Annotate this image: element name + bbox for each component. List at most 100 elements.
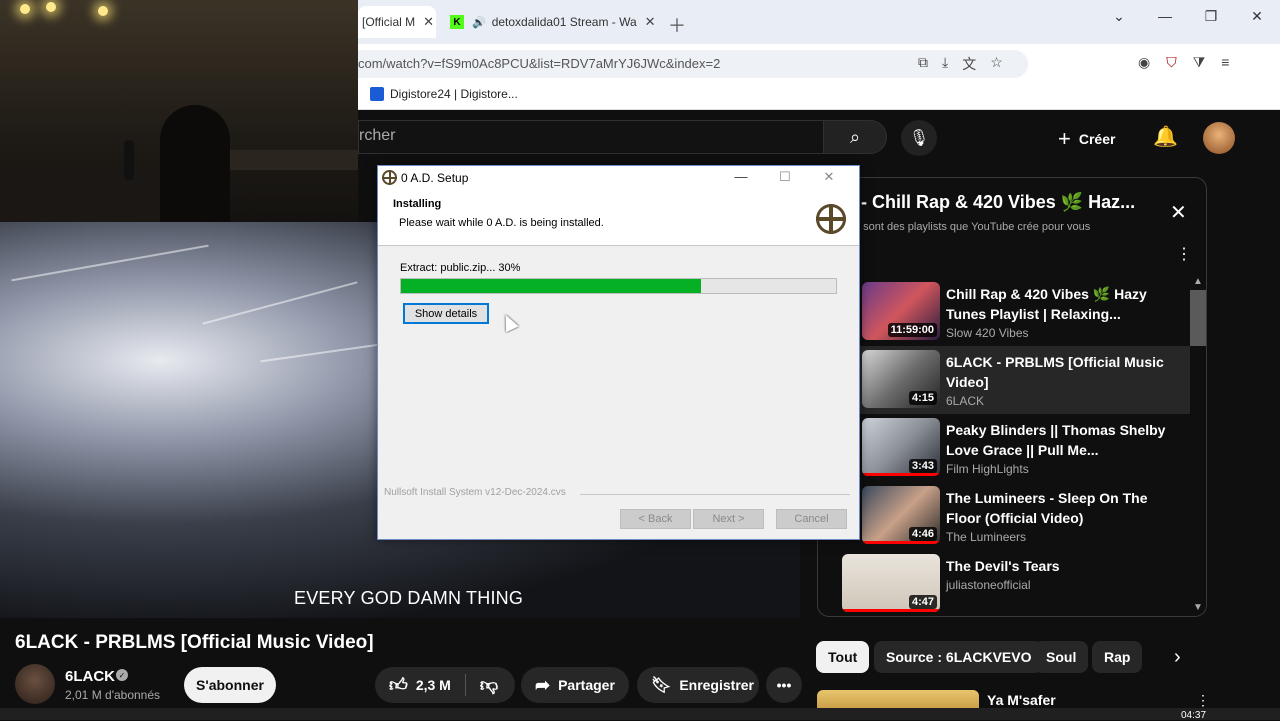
duration-badge: 4:15	[908, 391, 937, 405]
share-button[interactable]: ➦ Partager	[521, 667, 629, 703]
watch-progress	[862, 473, 940, 476]
star-icon[interactable]: ☆	[990, 54, 1003, 74]
list-item[interactable]: 4:47 The Devil's Tears juliastoneofficia…	[818, 550, 1190, 616]
close-window-icon[interactable]: ✕	[1234, 8, 1280, 25]
create-button[interactable]: + Créer	[1058, 126, 1115, 152]
speaker-icon: 🔊	[472, 16, 486, 29]
new-tab-icon[interactable]: ＋	[668, 12, 686, 38]
install-app-icon[interactable]: ⤓	[942, 54, 948, 74]
channel-avatar[interactable]	[15, 664, 55, 704]
dialog-heading: Installing	[393, 198, 442, 210]
list-item-title: The Devil's Tears	[946, 558, 1060, 574]
subscribe-button[interactable]: S'abonner	[184, 667, 276, 703]
watch-progress	[842, 609, 940, 612]
translate-icon[interactable]: 文	[962, 54, 976, 74]
playlist-title: x - Chill Rap & 420 Vibes 🌿 Haz...	[846, 192, 1136, 212]
chevron-right-icon[interactable]: ›	[1174, 646, 1181, 669]
list-item-channel: The Lumineers	[946, 530, 1027, 544]
window-controls: ⌄ — ❐ ✕	[1096, 8, 1280, 25]
scroll-down-icon[interactable]: ▼	[1193, 602, 1203, 613]
video-thumbnail: 4:47	[842, 554, 940, 612]
search-icon[interactable]: ⌕	[823, 120, 887, 154]
dislike-icon[interactable]: 👎︎	[480, 674, 498, 696]
dialog-subheading: Please wait while 0 A.D. is being instal…	[399, 217, 604, 229]
list-item-title: 6LACK - PRBLMS [Official Music Video]	[946, 354, 1164, 390]
video-thumbnail: 3:43	[862, 418, 940, 476]
video-caption: EVERY GOD DAMN THING	[294, 588, 524, 608]
notifications-bell-icon[interactable]: 🔔	[1153, 124, 1178, 149]
ublock-icon[interactable]: ⛉	[1166, 54, 1177, 71]
scroll-up-icon[interactable]: ▲	[1193, 276, 1203, 287]
chip-soul[interactable]: Soul	[1034, 641, 1089, 673]
chip-rap[interactable]: Rap	[1092, 641, 1143, 673]
like-icon[interactable]: 👍︎	[389, 674, 408, 696]
save-button[interactable]: 🔖︎ Enregistrer	[637, 667, 759, 703]
like-count[interactable]: 2,3 M	[416, 677, 451, 693]
install-progress-bar	[400, 278, 837, 294]
kebab-menu-icon[interactable]: ⋮	[1176, 244, 1192, 264]
minimize-icon[interactable]: —	[1142, 8, 1188, 25]
taskbar-clock: 04:37	[1181, 710, 1207, 721]
share-label: Partager	[558, 677, 615, 693]
duration-badge: 3:43	[908, 459, 937, 473]
list-item-active[interactable]: 4:15 6LACK - PRBLMS [Official Music Vide…	[818, 346, 1190, 414]
extensions-icon[interactable]: ⧩	[1193, 54, 1206, 71]
tab-list-icon[interactable]: ⌄	[1096, 8, 1142, 25]
close-icon[interactable]: ✕	[645, 14, 656, 30]
video-thumbnail: 4:15	[862, 350, 940, 408]
menu-icon[interactable]: ≡	[1221, 54, 1229, 71]
playlist-subtitle: nix sont des playlists que YouTube crée …	[846, 221, 1091, 233]
tab-youtube[interactable]: [Official M ✕	[358, 6, 436, 38]
plus-icon: +	[1058, 126, 1071, 151]
maximize-icon: ☐	[779, 169, 791, 184]
microphone-icon[interactable]: 🎙	[901, 120, 937, 156]
dialog-window-controls: — ☐ ✕	[719, 169, 851, 185]
kebab-menu-icon[interactable]: ⋮	[1196, 692, 1210, 709]
dialog-header: Installing Please wait while 0 A.D. is b…	[378, 190, 859, 246]
channel-name[interactable]: 6LACK	[65, 668, 115, 685]
tab-label: [Official M	[362, 15, 416, 29]
show-details-button[interactable]: Show details	[403, 303, 489, 324]
video-thumbnail: 11:59:00	[862, 282, 940, 340]
back-button: < Back	[620, 509, 691, 529]
mouse-cursor-icon	[499, 311, 519, 333]
share-icon: ➦	[535, 674, 551, 695]
bookmark-icon: 🔖︎	[651, 677, 672, 694]
recommended-video-title[interactable]: Ya M'safer	[987, 692, 1056, 708]
picture-in-picture-icon[interactable]: ⧉	[918, 54, 928, 74]
minimize-icon[interactable]: —	[719, 169, 763, 185]
close-icon[interactable]: ✕	[423, 14, 434, 30]
account-icon[interactable]: ◉	[1138, 54, 1150, 71]
chip-all[interactable]: Tout	[816, 641, 870, 673]
dialog-titlebar[interactable]: 0 A.D. Setup — ☐ ✕	[378, 166, 859, 190]
list-item-channel: 6LACK	[946, 394, 985, 408]
browser-toolbar-icons: ◉ ⛉ ⧩ ≡	[1138, 54, 1229, 71]
more-actions-icon[interactable]: •••	[766, 667, 802, 703]
youtube-header: rcher ⌕ 🎙 + Créer 🔔	[358, 110, 1280, 166]
list-item[interactable]: 4:46 The Lumineers - Sleep On The Floor …	[818, 482, 1190, 550]
list-item-channel: juliastoneofficial	[946, 578, 1031, 592]
bookmark-digistore[interactable]: Digistore24 | Digistore...	[370, 87, 518, 101]
video-thumbnail: 4:46	[862, 486, 940, 544]
close-icon[interactable]: ✕	[1170, 200, 1187, 225]
list-item-title: Chill Rap & 420 Vibes 🌿 Hazy Tunes Playl…	[946, 286, 1147, 322]
user-avatar[interactable]	[1203, 122, 1235, 154]
list-item[interactable]: 11:59:00 Chill Rap & 420 Vibes 🌿 Hazy Tu…	[818, 278, 1190, 346]
0ad-logo-icon	[816, 204, 846, 234]
close-icon: ✕	[823, 169, 835, 184]
tab-kick-stream[interactable]: K 🔊 detoxdalida01 Stream - Wa ✕	[446, 6, 666, 38]
duration-badge: 11:59:00	[887, 323, 937, 337]
browser-tab-strip: [Official M ✕ K 🔊 detoxdalida01 Stream -…	[358, 0, 1280, 44]
next-button: Next >	[693, 509, 764, 529]
0ad-app-icon	[382, 170, 397, 185]
list-item-title: The Lumineers - Sleep On The Floor (Offi…	[946, 490, 1148, 526]
duration-badge: 4:46	[908, 527, 937, 541]
search-input[interactable]: rcher	[358, 120, 823, 154]
create-label: Créer	[1078, 131, 1116, 147]
chip-source[interactable]: Source : 6LACKVEVO	[874, 641, 1044, 673]
bookmark-label: Digistore24 | Digistore...	[390, 87, 518, 101]
restore-icon[interactable]: ❐	[1188, 8, 1234, 25]
nsis-branding: Nullsoft Install System v12-Dec-2024.cvs	[384, 487, 566, 498]
scrollbar-thumb[interactable]	[1190, 290, 1206, 346]
list-item[interactable]: 3:43 Peaky Blinders || Thomas Shelby Lov…	[818, 414, 1190, 482]
